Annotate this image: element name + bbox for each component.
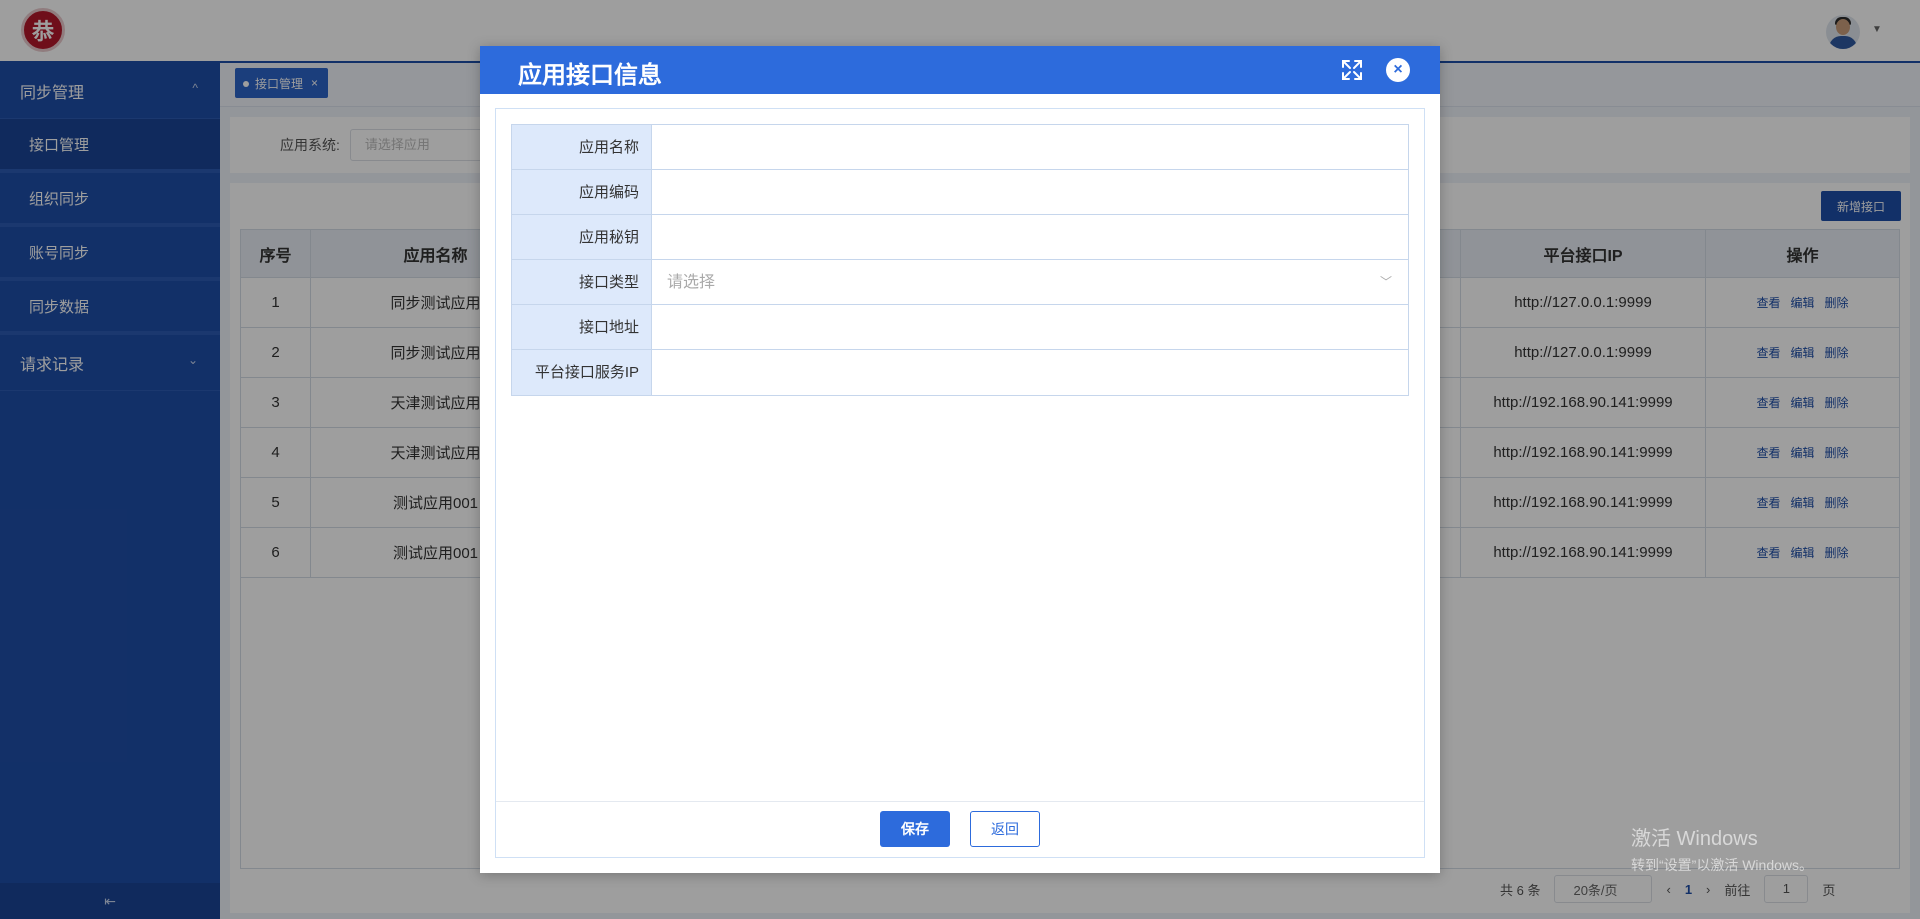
form-row-app-secret: 应用秘钥 [512,215,1408,260]
form-row-interface-url: 接口地址 [512,305,1408,350]
field-label: 平台接口服务IP [512,350,652,395]
save-button[interactable]: 保存 [880,811,950,847]
interface-form: 应用名称 应用编码 应用秘钥 接口类型 请选择 ﹀ 接口地址 平台接口服务IP [511,124,1409,396]
form-row-app-name: 应用名称 [512,125,1408,170]
chevron-down-icon: ﹀ [1379,275,1392,289]
select-placeholder: 请选择 [667,274,716,291]
app-secret-input[interactable] [652,215,1408,259]
dialog-header: 应用接口信息 × [480,46,1440,94]
close-icon[interactable]: × [1386,58,1410,82]
back-button[interactable]: 返回 [970,811,1040,847]
windows-activation-watermark: 激活 Windows 转到“设置”以激活 Windows。 [1631,822,1813,875]
app-name-input[interactable] [652,125,1408,169]
form-row-app-code: 应用编码 [512,170,1408,215]
platform-ip-input[interactable] [652,350,1408,395]
app-interface-dialog: 应用接口信息 × 应用名称 应用编码 应用秘钥 接口类型 请选择 ﹀ 接口地址 … [480,46,1440,873]
watermark-line1: 激活 Windows [1631,828,1758,850]
app-code-input[interactable] [652,170,1408,214]
interface-type-select[interactable]: 请选择 ﹀ [652,260,1408,304]
field-label: 应用名称 [512,125,652,169]
form-row-platform-ip: 平台接口服务IP [512,350,1408,395]
field-label: 应用编码 [512,170,652,214]
field-label: 接口地址 [512,305,652,349]
dialog-body: 应用名称 应用编码 应用秘钥 接口类型 请选择 ﹀ 接口地址 平台接口服务IP … [495,108,1425,858]
dialog-title: 应用接口信息 [518,62,662,89]
interface-url-input[interactable] [652,305,1408,349]
dialog-footer: 保存 返回 [496,801,1424,857]
fullscreen-icon[interactable] [1340,58,1364,82]
field-label: 应用秘钥 [512,215,652,259]
form-row-interface-type: 接口类型 请选择 ﹀ [512,260,1408,305]
watermark-line2: 转到“设置”以激活 Windows。 [1631,857,1814,873]
field-label: 接口类型 [512,260,652,304]
